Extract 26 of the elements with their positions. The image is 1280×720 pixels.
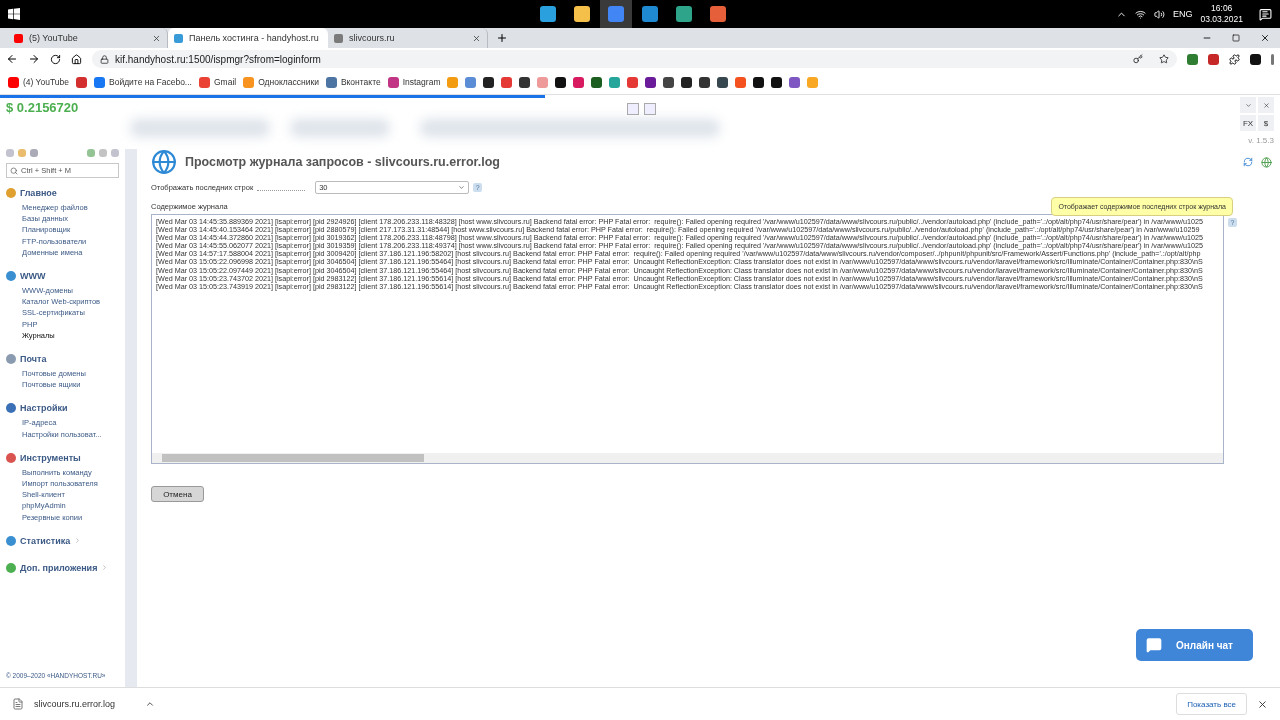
- bookmark[interactable]: Gmail: [198, 76, 237, 88]
- bookmark[interactable]: (4) YouTube: [8, 76, 69, 88]
- bookmark[interactable]: Одноклассники: [243, 76, 319, 88]
- currency-button[interactable]: $: [1258, 115, 1274, 131]
- menu-group[interactable]: Инструменты: [6, 452, 119, 463]
- menu-group[interactable]: Главное: [6, 188, 119, 198]
- menu-group[interactable]: Статистика: [6, 535, 119, 546]
- bookmark[interactable]: Instagram: [387, 76, 441, 88]
- browser-tab[interactable]: Панель хостинга - handyhost.ru: [168, 28, 328, 48]
- balance: $ 0.2156720: [5, 99, 80, 117]
- download-item[interactable]: slivcours.ru.error.log: [34, 699, 116, 709]
- chat-button[interactable]: Онлайн чат: [1136, 629, 1253, 661]
- menu-group[interactable]: Настройки: [6, 403, 119, 414]
- page-title: Просмотр журнала запросов - slivcours.ru.error.log: [185, 155, 500, 169]
- clock[interactable]: 16:06 03.03.2021: [1200, 3, 1243, 25]
- address-field[interactable]: kif.handyhost.ru:1500/ispmgr?sfrom=loginform: [92, 50, 1177, 68]
- show-all-button[interactable]: Показать все: [1176, 693, 1247, 715]
- language-indicator[interactable]: ENG: [1172, 9, 1193, 19]
- menu-group[interactable]: WWW: [6, 271, 119, 281]
- version: v. 1.5.3: [1248, 136, 1274, 145]
- bookmark[interactable]: Вконтакте: [325, 76, 381, 88]
- menu-group[interactable]: Доп. приложения: [6, 562, 119, 573]
- bookmark[interactable]: Войдите на Facebo...: [94, 76, 192, 88]
- menu-group[interactable]: Почта: [6, 354, 119, 365]
- currency-button[interactable]: FX: [1240, 115, 1256, 131]
- cancel-button[interactable]: Отмена: [151, 486, 204, 502]
